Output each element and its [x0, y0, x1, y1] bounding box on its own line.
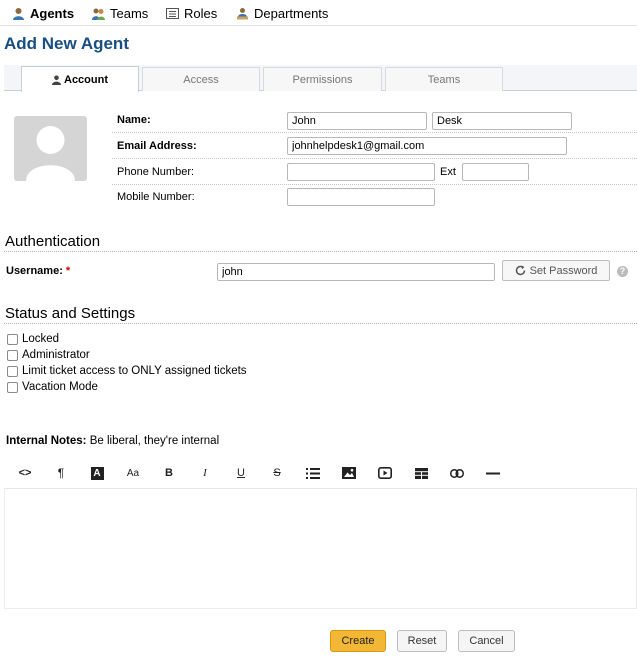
- tab-teams[interactable]: Teams: [385, 67, 503, 91]
- nav-roles-label: Roles: [184, 6, 218, 21]
- locked-label: Locked: [22, 333, 60, 345]
- underline-icon[interactable]: U: [232, 465, 250, 481]
- roles-icon: [166, 8, 179, 19]
- image-icon[interactable]: [340, 465, 358, 481]
- internal-notes-hint: Be liberal, they're internal: [89, 435, 220, 447]
- internal-notes-label: Internal Notes: Be liberal, they're inte…: [6, 435, 219, 447]
- teams-icon: [92, 8, 105, 20]
- horizontal-rule-icon[interactable]: [484, 465, 502, 481]
- video-icon[interactable]: [376, 465, 394, 481]
- nav-departments-label: Departments: [254, 6, 329, 21]
- image-glyph: [342, 467, 356, 479]
- italic-icon[interactable]: I: [196, 465, 214, 481]
- list-glyph: [306, 467, 320, 479]
- avatar: [14, 116, 87, 181]
- vacation-mode-checkbox[interactable]: [7, 381, 18, 393]
- email-label: Email Address:: [117, 140, 197, 152]
- locked-checkbox[interactable]: [7, 333, 18, 345]
- username-label: Username: *: [6, 265, 70, 277]
- first-name-input[interactable]: [287, 112, 427, 130]
- avatar-placeholder-icon: [26, 126, 75, 181]
- tab-teams-label: Teams: [427, 73, 461, 86]
- administrator-option[interactable]: Administrator: [7, 349, 90, 361]
- set-password-label: Set Password: [529, 264, 598, 277]
- section-divider: [4, 251, 637, 252]
- status-heading: Status and Settings: [5, 305, 136, 322]
- internal-notes-title: Internal Notes:: [6, 435, 87, 447]
- last-name-input[interactable]: [432, 112, 572, 130]
- link-icon[interactable]: [448, 465, 466, 481]
- page-title: Add New Agent: [4, 34, 129, 53]
- video-glyph: [378, 467, 392, 479]
- table-glyph: [414, 467, 428, 479]
- nav-teams-label: Teams: [110, 6, 149, 21]
- name-label: Name:: [117, 114, 151, 126]
- nav-departments[interactable]: Departments: [236, 6, 328, 21]
- limit-access-option[interactable]: Limit ticket access to ONLY assigned tic…: [7, 365, 247, 377]
- agent-icon: [13, 8, 24, 20]
- nav-agents-label: Agents: [30, 6, 75, 21]
- reset-button[interactable]: Reset: [397, 630, 447, 652]
- tab-permissions-label: Permissions: [292, 73, 353, 86]
- tab-account-label: Account: [64, 73, 108, 86]
- row-divider: [112, 184, 637, 185]
- list-icon[interactable]: [304, 465, 322, 481]
- refresh-icon: [515, 265, 525, 276]
- vacation-mode-option[interactable]: Vacation Mode: [7, 381, 98, 393]
- ext-label: Ext: [440, 166, 456, 178]
- username-label-text: Username:: [6, 265, 63, 277]
- tab-account[interactable]: Account: [21, 66, 139, 92]
- administrator-checkbox[interactable]: [7, 349, 18, 361]
- text-color-icon[interactable]: A: [88, 465, 106, 481]
- nav-roles[interactable]: Roles: [166, 6, 217, 21]
- strikethrough-icon[interactable]: S: [268, 465, 286, 481]
- tab-permissions[interactable]: Permissions: [263, 67, 382, 91]
- required-mark: *: [65, 265, 71, 277]
- bold-icon[interactable]: B: [160, 465, 178, 481]
- authentication-heading: Authentication: [5, 233, 101, 250]
- phone-input[interactable]: [287, 163, 435, 181]
- nav-teams[interactable]: Teams: [92, 6, 148, 21]
- internal-notes-editor[interactable]: [4, 489, 637, 609]
- code-view-icon[interactable]: <>: [16, 465, 34, 481]
- limit-access-checkbox[interactable]: [7, 365, 18, 377]
- top-navigation: Agents Teams Roles Departments: [0, 0, 637, 26]
- text-color-glyph: A: [90, 466, 104, 480]
- set-password-button[interactable]: Set Password: [502, 260, 610, 281]
- font-size-icon[interactable]: Aa: [124, 465, 142, 481]
- question-circle-icon[interactable]: ?: [617, 266, 628, 277]
- table-icon[interactable]: [412, 465, 430, 481]
- nav-agents[interactable]: Agents: [12, 6, 74, 21]
- phone-label: Phone Number:: [117, 166, 195, 178]
- mobile-label: Mobile Number:: [117, 191, 195, 203]
- mobile-input[interactable]: [287, 188, 435, 206]
- link-glyph: [450, 468, 464, 478]
- create-button[interactable]: Create: [330, 630, 386, 652]
- limit-access-label: Limit ticket access to ONLY assigned tic…: [22, 365, 247, 377]
- ext-input[interactable]: [462, 163, 529, 181]
- email-input[interactable]: [287, 137, 567, 155]
- section-divider: [4, 323, 637, 324]
- row-divider: [112, 158, 637, 159]
- row-divider: [112, 132, 637, 133]
- departments-icon: [237, 8, 248, 20]
- horizontal-rule-glyph: [486, 472, 500, 474]
- tab-access-label: Access: [183, 73, 219, 86]
- locked-option[interactable]: Locked: [7, 333, 59, 345]
- vacation-mode-label: Vacation Mode: [22, 381, 98, 393]
- tab-access[interactable]: Access: [142, 67, 260, 91]
- paragraph-format-icon[interactable]: ¶: [52, 465, 70, 481]
- user-icon: [52, 75, 61, 85]
- username-input[interactable]: [217, 263, 495, 281]
- administrator-label: Administrator: [22, 349, 90, 361]
- cancel-button[interactable]: Cancel: [458, 630, 515, 652]
